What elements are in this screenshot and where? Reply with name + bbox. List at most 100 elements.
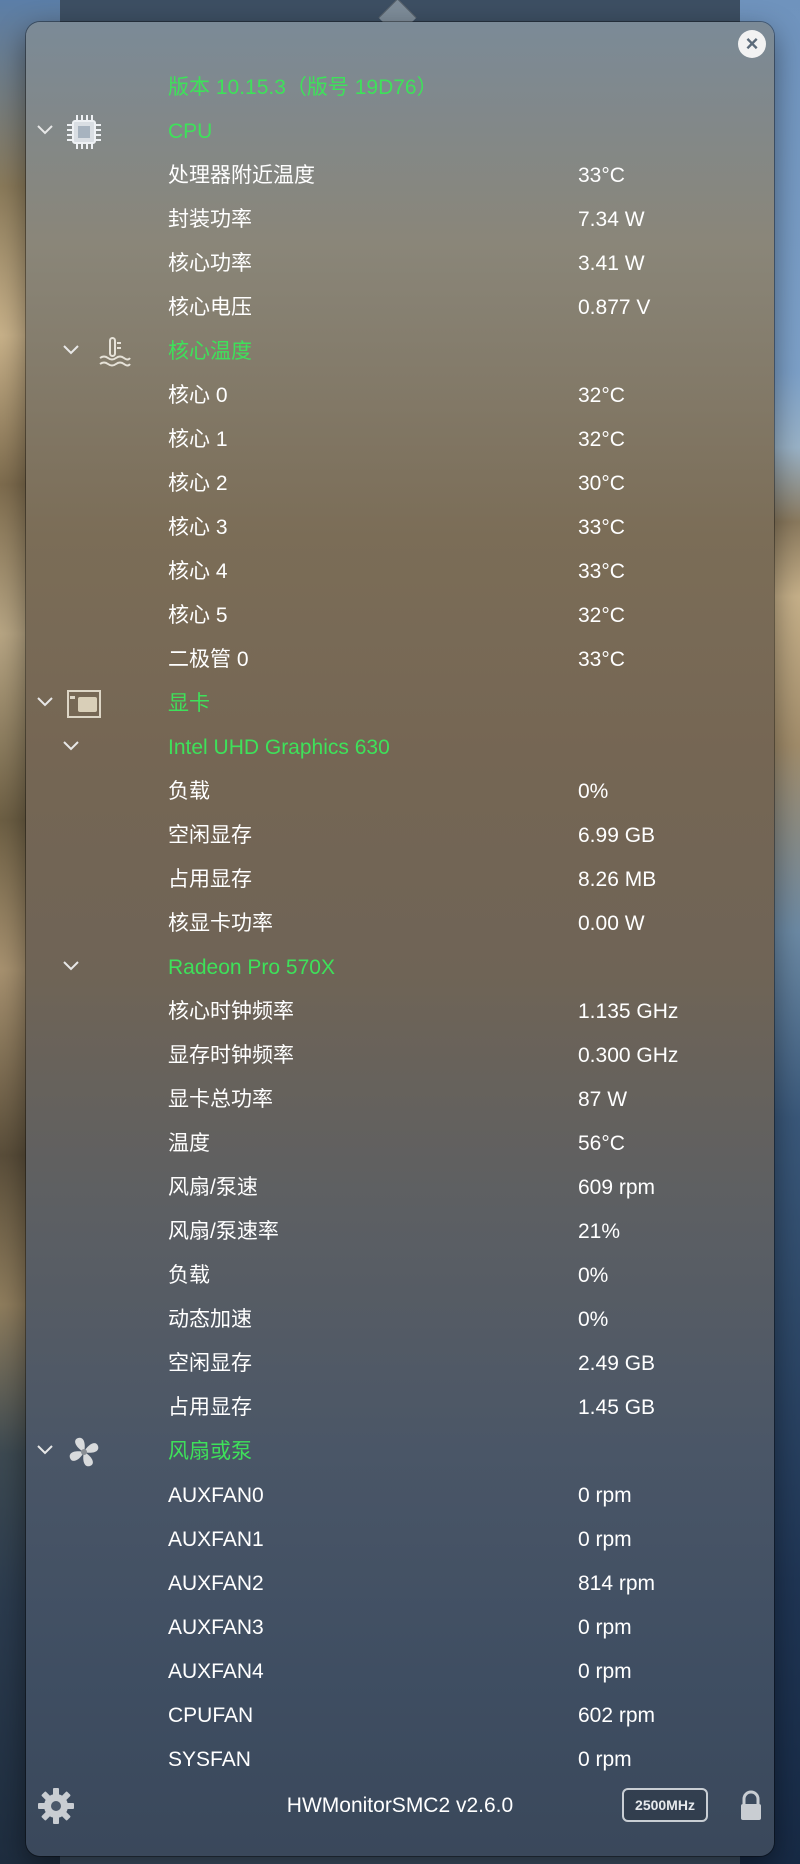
radeon-gpu-title: Radeon Pro 570X — [168, 956, 335, 979]
item-value: 21% — [578, 1220, 621, 1243]
item-label: 核心 2 — [168, 472, 228, 495]
item-value: 609 rpm — [578, 1176, 656, 1199]
item-label: 核心 1 — [168, 428, 228, 451]
list-item: 风扇/泵速率 21% — [0, 1210, 800, 1254]
item-label: 核心 3 — [168, 516, 228, 539]
cpu-section-header[interactable]: CPU — [0, 110, 800, 154]
chevron-down-icon[interactable] — [37, 696, 53, 708]
radeon-gpu-section-header[interactable]: Radeon Pro 570X — [0, 946, 800, 990]
version-label: 版本 10.15.3（版号 19D76） — [168, 76, 438, 99]
item-value: 8.26 MB — [578, 868, 657, 891]
item-label: AUXFAN2 — [168, 1572, 264, 1595]
item-label: SYSFAN — [168, 1748, 251, 1771]
gpu-section-header[interactable]: 显卡 — [0, 682, 800, 726]
item-value: 0 rpm — [578, 1484, 632, 1507]
item-label: 空闲显存 — [168, 824, 252, 847]
item-value: 0% — [578, 780, 609, 803]
item-value: 0 rpm — [578, 1660, 632, 1683]
item-value: 2.49 GB — [578, 1352, 656, 1375]
item-label: 核心 0 — [168, 384, 228, 407]
list-item: 温度 56°C — [0, 1122, 800, 1166]
item-label: AUXFAN4 — [168, 1660, 264, 1683]
list-item: 动态加速 0% — [0, 1298, 800, 1342]
item-label: CPUFAN — [168, 1704, 254, 1727]
item-label: 风扇/泵速率 — [168, 1220, 279, 1243]
fans-section-header[interactable]: 风扇或泵 — [0, 1430, 800, 1474]
item-value: 0 rpm — [578, 1748, 632, 1771]
item-value: 30°C — [578, 472, 625, 495]
list-item: 核心 5 32°C — [0, 594, 800, 638]
item-value: 33°C — [578, 648, 625, 671]
intel-gpu-title: Intel UHD Graphics 630 — [168, 736, 390, 759]
list-item: 核心 0 32°C — [0, 374, 800, 418]
item-label: 负载 — [168, 1264, 210, 1287]
item-value: 602 rpm — [578, 1704, 656, 1727]
list-item: 空闲显存 2.49 GB — [0, 1342, 800, 1386]
cpu-frequency-badge[interactable]: 2500MHz — [622, 1788, 708, 1822]
item-label: 核显卡功率 — [168, 912, 273, 935]
item-label: 核心功率 — [168, 252, 252, 275]
lock-icon[interactable] — [738, 1790, 764, 1822]
list-item: 核心 3 33°C — [0, 506, 800, 550]
item-label: 占用显存 — [168, 868, 252, 891]
item-value: 0.300 GHz — [578, 1044, 679, 1067]
core-temp-section-header[interactable]: 核心温度 — [0, 330, 800, 374]
graphics-card-icon — [66, 686, 102, 722]
item-value: 0 rpm — [578, 1616, 632, 1639]
list-item: 核心 1 32°C — [0, 418, 800, 462]
item-value: 32°C — [578, 604, 625, 627]
item-value: 33°C — [578, 516, 625, 539]
list-item: 显卡总功率 87 W — [0, 1078, 800, 1122]
chevron-down-icon[interactable] — [37, 1444, 53, 1456]
list-item: 封装功率 7.34 W — [0, 198, 800, 242]
list-item: 二极管 0 33°C — [0, 638, 800, 682]
item-value: 0.00 W — [578, 912, 645, 935]
chevron-down-icon[interactable] — [37, 124, 53, 136]
fans-title: 风扇或泵 — [168, 1440, 252, 1463]
item-value: 0% — [578, 1264, 609, 1287]
item-value: 0 rpm — [578, 1528, 632, 1551]
item-value: 6.99 GB — [578, 824, 656, 847]
list-item: 核心时钟频率 1.135 GHz — [0, 990, 800, 1034]
list-item: AUXFAN4 0 rpm — [0, 1650, 800, 1694]
close-icon[interactable]: × — [738, 30, 766, 58]
intel-gpu-section-header[interactable]: Intel UHD Graphics 630 — [0, 726, 800, 770]
item-label: 温度 — [168, 1132, 210, 1155]
list-item: CPUFAN 602 rpm — [0, 1694, 800, 1738]
list-item: 核心 2 30°C — [0, 462, 800, 506]
thermometer-icon — [96, 334, 132, 370]
item-label: 核心电压 — [168, 296, 252, 319]
list-item: AUXFAN1 0 rpm — [0, 1518, 800, 1562]
item-label: AUXFAN0 — [168, 1484, 264, 1507]
chevron-down-icon[interactable] — [63, 344, 79, 356]
list-item: 占用显存 8.26 MB — [0, 858, 800, 902]
list-item: 核心电压 0.877 V — [0, 286, 800, 330]
item-label: 显卡总功率 — [168, 1088, 273, 1111]
item-value: 3.41 W — [578, 252, 645, 275]
item-label: 二极管 0 — [168, 648, 249, 671]
item-value: 1.45 GB — [578, 1396, 656, 1419]
item-value: 32°C — [578, 384, 625, 407]
list-item: 占用显存 1.45 GB — [0, 1386, 800, 1430]
cpu-title: CPU — [168, 120, 213, 143]
list-item: 处理器附近温度 33°C — [0, 154, 800, 198]
fan-icon — [66, 1434, 102, 1470]
item-label: 空闲显存 — [168, 1352, 252, 1375]
list-item: 显存时钟频率 0.300 GHz — [0, 1034, 800, 1078]
item-label: 动态加速 — [168, 1308, 252, 1331]
item-value: 1.135 GHz — [578, 1000, 679, 1023]
version-row: 版本 10.15.3（版号 19D76） — [0, 66, 800, 110]
list-item: 核显卡功率 0.00 W — [0, 902, 800, 946]
list-item: 空闲显存 6.99 GB — [0, 814, 800, 858]
list-item: AUXFAN0 0 rpm — [0, 1474, 800, 1518]
item-label: AUXFAN1 — [168, 1528, 264, 1551]
item-value: 7.34 W — [578, 208, 645, 231]
item-value: 0.877 V — [578, 296, 651, 319]
item-label: 占用显存 — [168, 1396, 252, 1419]
item-label: 负载 — [168, 780, 210, 803]
item-value: 0% — [578, 1308, 609, 1331]
list-item: 负载 0% — [0, 770, 800, 814]
chevron-down-icon[interactable] — [63, 960, 79, 972]
item-value: 56°C — [578, 1132, 625, 1155]
chevron-down-icon[interactable] — [63, 740, 79, 752]
